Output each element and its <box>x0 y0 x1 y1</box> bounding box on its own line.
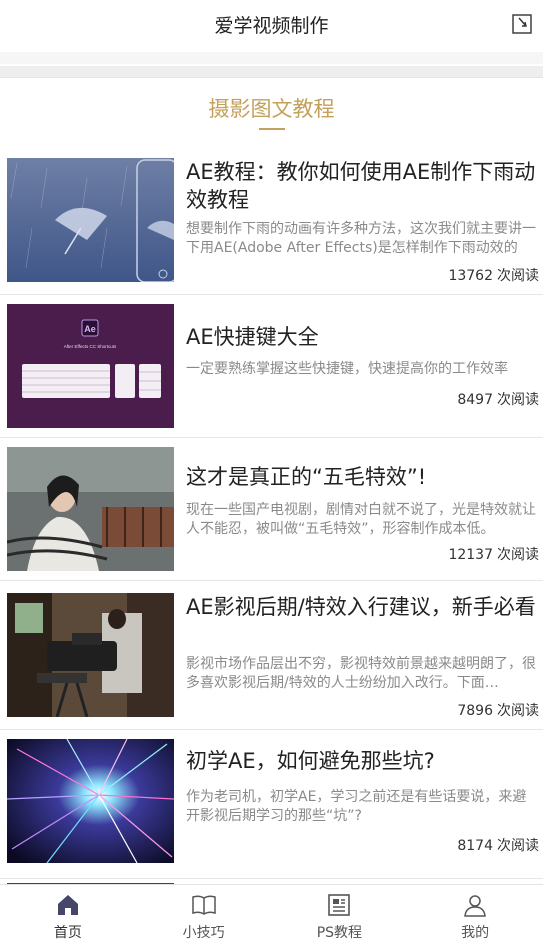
article-desc: 现在一些国产电视剧，剧情对白就不说了，光是特效就让人不能忍，被叫做“五毛特效”，… <box>186 502 536 537</box>
article-item[interactable]: Ae After Effects CC Shortcuts AE快捷键大全 一定… <box>0 295 543 438</box>
article-title: AE影视后期/特效入行建议，新手必看 <box>186 595 536 619</box>
article-title: 初学AE，如何避免那些坑? <box>186 749 435 773</box>
read-count: 7896 次阅读 <box>457 700 539 720</box>
read-count: 12137 次阅读 <box>448 544 539 564</box>
book-icon <box>191 895 216 915</box>
article-desc: 作为老司机，初学AE，学习之前还是有些话要说，来避开影视后期学习的那些“坑”? <box>186 789 527 824</box>
tab-label: 首页 <box>53 925 82 941</box>
article-title: AE快捷键大全 <box>186 325 319 349</box>
article-desc: 影视市场作品层出不穷，影视特效前景越来越明朗了，很多喜欢影视后期/特效的人士纷纷… <box>186 656 536 691</box>
article-desc: 想要制作下雨的动画有许多种方法，这次我们就主要讲一下用AE(Adobe Afte… <box>186 221 536 256</box>
read-count: 13762 次阅读 <box>448 265 539 285</box>
read-count-number: 8497 <box>457 392 493 408</box>
read-count-unit: 次阅读 <box>497 268 539 284</box>
section-underline <box>259 128 285 130</box>
article-item[interactable]: 这才是真正的“五毛特效”! 现在一些国产电视剧，剧情对白就不说了，光是特效就让人… <box>0 438 543 581</box>
read-count: 8497 次阅读 <box>457 389 539 409</box>
bottom-tabbar: 首页 小技巧 PS教程 我的 <box>0 884 543 946</box>
read-count-unit: 次阅读 <box>497 703 539 719</box>
tab-home[interactable]: 首页 <box>0 885 136 946</box>
header-divider <box>0 52 543 64</box>
article-thumbnail <box>7 739 174 863</box>
app-header: 爱学视频制作 <box>0 0 543 48</box>
read-count-unit: 次阅读 <box>497 392 539 408</box>
read-count-number: 12137 <box>448 547 493 563</box>
news-icon <box>328 894 351 916</box>
tab-ps-tutorial[interactable]: PS教程 <box>272 885 408 946</box>
shortcut-caption: After Effects CC Shortcuts <box>64 344 117 349</box>
app-title: 爱学视频制作 <box>214 14 329 37</box>
tab-label: 小技巧 <box>182 925 225 941</box>
home-icon <box>57 895 78 915</box>
read-count-number: 8174 <box>457 838 493 854</box>
article-title: AE教程：教你如何使用AE制作下雨动效教程 <box>186 160 536 212</box>
read-count-number: 13762 <box>448 268 493 284</box>
tab-label: 我的 <box>461 925 490 941</box>
section-title: 摄影图文教程 <box>208 97 335 121</box>
user-icon <box>464 895 486 917</box>
article-item[interactable]: AE影视后期/特效入行建议，新手必看 影视市场作品层出不穷，影视特效前景越来越明… <box>0 581 543 730</box>
article-thumbnail: Ae After Effects CC Shortcuts <box>7 304 174 428</box>
read-count-unit: 次阅读 <box>497 838 539 854</box>
tab-tips[interactable]: 小技巧 <box>136 885 272 946</box>
article-thumbnail <box>7 158 174 282</box>
read-count-unit: 次阅读 <box>497 547 539 563</box>
tab-mine[interactable]: 我的 <box>407 885 543 946</box>
ae-badge: Ae <box>84 324 96 334</box>
tab-label: PS教程 <box>316 925 363 941</box>
article-desc: 一定要熟练掌握这些快捷键，快速提高你的工作效率 <box>186 361 508 377</box>
article-thumbnail <box>7 447 174 571</box>
article-title: 这才是真正的“五毛特效”! <box>186 465 427 489</box>
article-item[interactable]: 初学AE，如何避免那些坑? 作为老司机，初学AE，学习之前还是有些话要说，来避开… <box>0 730 543 879</box>
section-divider <box>0 66 543 78</box>
article-item[interactable]: AE教程：教你如何使用AE制作下雨动效教程 想要制作下雨的动画有许多种方法，这次… <box>0 146 543 295</box>
article-thumbnail <box>7 593 174 717</box>
read-count-number: 7896 <box>457 703 493 719</box>
read-count: 8174 次阅读 <box>457 835 539 855</box>
bookmark-icon[interactable] <box>511 13 533 35</box>
